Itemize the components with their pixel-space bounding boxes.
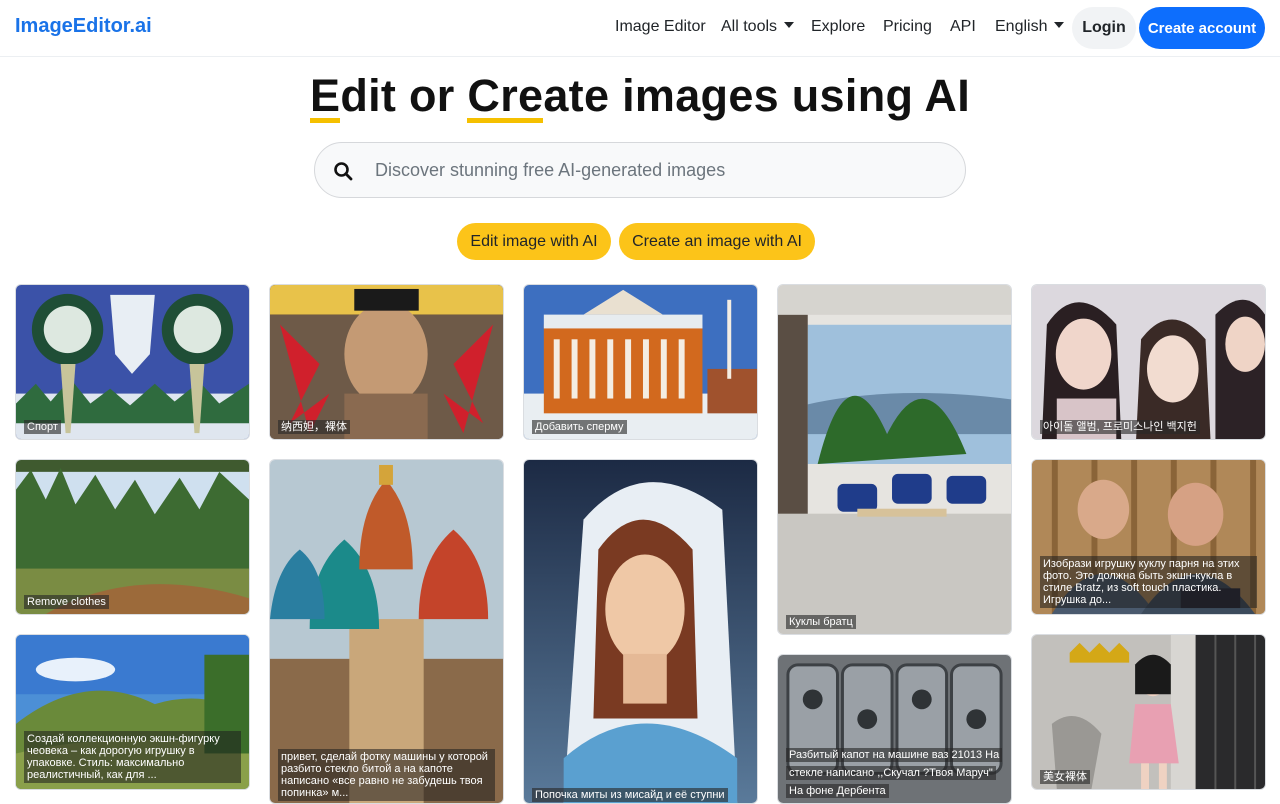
create-account-button[interactable]: Create account — [1139, 7, 1265, 49]
gallery-caption: Разбитый капот на машине ваз 21013 На ст… — [786, 745, 1003, 799]
login-button[interactable]: Login — [1072, 7, 1136, 49]
language-label: English — [995, 18, 1048, 35]
gallery-caption: Добавить сперму — [532, 417, 749, 435]
nav-all-tools-dropdown[interactable]: All tools — [721, 18, 795, 36]
gallery-item[interactable]: 美女裸体 — [1031, 634, 1266, 790]
top-navbar: ImageEditor.ai Image Editor All tools Ex… — [0, 0, 1280, 57]
gallery-caption: Изобрази игрушку куклу парня на этих фот… — [1040, 556, 1257, 608]
nav-api[interactable]: API — [950, 18, 976, 36]
gallery-item[interactable]: Remove clothes — [15, 459, 250, 615]
edit-image-button[interactable]: Edit image with AI — [457, 223, 611, 260]
gallery-item[interactable]: Создай коллекционную экшн-фигурку чeoвек… — [15, 634, 250, 790]
search-icon — [334, 162, 353, 181]
gallery-caption: 美女裸体 — [1040, 767, 1257, 785]
gallery-caption: привет, сделай фотку машины у которой ра… — [278, 749, 495, 801]
gallery-item[interactable]: Разбитый капот на машине ваз 21013 На ст… — [777, 654, 1012, 804]
gallery-caption: Спорт — [24, 417, 241, 435]
gallery-caption: 아이돌 앨범, 프로미스나인 백지헌 — [1040, 417, 1257, 435]
gallery-image — [270, 285, 503, 439]
gallery-item[interactable]: Изобрази игрушку куклу парня на этих фот… — [1031, 459, 1266, 615]
title-text-2: ate images using AI — [543, 70, 970, 121]
gallery-item[interactable]: 아이돌 앨범, 프로미스나인 백지헌 — [1031, 284, 1266, 440]
nav-all-tools-label: All tools — [721, 18, 778, 35]
gallery-caption: Попочка миты из мисайд и её ступни — [532, 785, 749, 803]
gallery-image — [1032, 635, 1265, 789]
gallery-caption: Создай коллекционную экшн-фигурку чeoвек… — [24, 731, 241, 783]
brand-logo-link[interactable]: ImageEditor.ai — [15, 15, 152, 38]
title-underlined-e: E — [309, 70, 341, 123]
nav-image-editor[interactable]: Image Editor — [615, 18, 706, 36]
language-dropdown[interactable]: English — [995, 18, 1065, 36]
gallery-image — [16, 285, 249, 439]
gallery-item[interactable]: Попочка миты из мисайд и её ступни — [523, 459, 758, 804]
gallery-image — [524, 460, 757, 803]
chevron-down-icon — [1054, 22, 1065, 28]
nav-pricing[interactable]: Pricing — [883, 18, 932, 36]
title-underlined-cre: Cre — [467, 70, 544, 123]
gallery-image — [16, 460, 249, 614]
gallery-item[interactable]: Добавить сперму — [523, 284, 758, 440]
gallery-item[interactable]: Спорт — [15, 284, 250, 440]
gallery-caption: Remove clothes — [24, 592, 241, 610]
page-title: Edit or Create images using AI — [0, 70, 1280, 123]
gallery-caption: 纳西妲，裸体 — [278, 417, 495, 435]
title-text-1: dit or — [340, 70, 468, 121]
gallery-image — [1032, 285, 1265, 439]
chevron-down-icon — [784, 22, 795, 28]
create-image-button[interactable]: Create an image with AI — [619, 223, 815, 260]
gallery-item[interactable]: Куклы братц — [777, 284, 1012, 635]
gallery-image — [778, 285, 1011, 634]
gallery-image — [524, 285, 757, 439]
nav-explore[interactable]: Explore — [811, 18, 865, 36]
search-bar — [314, 142, 966, 198]
search-input[interactable] — [375, 143, 955, 197]
gallery-item[interactable]: 纳西妲，裸体 — [269, 284, 504, 440]
gallery-caption: Куклы братц — [786, 612, 1003, 630]
gallery-item[interactable]: привет, сделай фотку машины у которой ра… — [269, 459, 504, 804]
